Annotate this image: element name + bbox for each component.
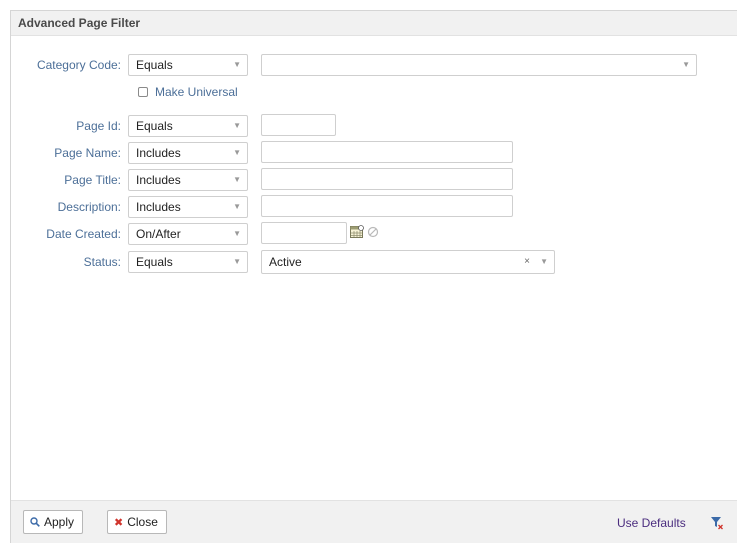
- page-title-label: Page Title:: [64, 173, 121, 187]
- chevron-down-icon: ▼: [233, 202, 241, 211]
- status-value: Active: [269, 255, 302, 269]
- use-defaults-link[interactable]: Use Defaults: [617, 516, 686, 530]
- status-label: Status:: [83, 255, 121, 269]
- date-created-input[interactable]: [261, 222, 347, 244]
- chevron-down-icon: ▼: [233, 175, 241, 184]
- chevron-down-icon: ▼: [682, 60, 690, 69]
- make-universal-label[interactable]: Make Universal: [155, 85, 238, 99]
- page-id-label: Page Id:: [76, 119, 121, 133]
- clear-status-icon[interactable]: ×: [524, 252, 530, 272]
- description-operator-value: Includes: [136, 200, 181, 214]
- clear-filter-icon[interactable]: [710, 516, 724, 530]
- status-operator-value: Equals: [136, 255, 173, 269]
- page-name-label: Page Name:: [54, 146, 121, 160]
- chevron-down-icon: ▼: [233, 229, 241, 238]
- close-icon: ✖: [114, 517, 124, 529]
- chevron-down-icon: ▼: [233, 257, 241, 266]
- apply-label: Apply: [44, 515, 75, 529]
- dialog-footer: Apply ✖ Close Use Defaults: [11, 500, 737, 543]
- page-id-input[interactable]: [261, 114, 336, 136]
- advanced-page-filter-dialog: Advanced Page Filter Category Code: Equa…: [10, 10, 737, 543]
- calendar-icon[interactable]: [350, 225, 364, 239]
- status-operator-select[interactable]: Equals ▼: [128, 251, 248, 273]
- clear-date-icon[interactable]: [367, 226, 379, 238]
- chevron-down-icon: ▼: [233, 60, 241, 69]
- page-title-input[interactable]: [261, 168, 513, 190]
- status-value-select[interactable]: Active × ▼: [261, 250, 555, 274]
- date-created-operator-value: On/After: [136, 227, 181, 241]
- description-operator-select[interactable]: Includes ▼: [128, 196, 248, 218]
- category-code-operator-value: Equals: [136, 58, 173, 72]
- search-icon: [30, 512, 40, 534]
- page-name-operator-value: Includes: [136, 146, 181, 160]
- page-title-operator-select[interactable]: Includes ▼: [128, 169, 248, 191]
- page-name-operator-select[interactable]: Includes ▼: [128, 142, 248, 164]
- dialog-title: Advanced Page Filter: [18, 16, 141, 30]
- make-universal-checkbox[interactable]: [138, 87, 148, 97]
- category-code-operator-select[interactable]: Equals ▼: [128, 54, 248, 76]
- page-title-operator-value: Includes: [136, 173, 181, 187]
- close-button[interactable]: ✖ Close: [107, 510, 167, 534]
- chevron-down-icon: ▼: [233, 121, 241, 130]
- date-created-label: Date Created:: [46, 227, 121, 241]
- page-id-operator-value: Equals: [136, 119, 173, 133]
- page-id-operator-select[interactable]: Equals ▼: [128, 115, 248, 137]
- chevron-down-icon: ▼: [233, 148, 241, 157]
- chevron-down-icon: ▼: [540, 257, 548, 266]
- dialog-titlebar: Advanced Page Filter: [11, 11, 737, 36]
- apply-button[interactable]: Apply: [23, 510, 84, 534]
- description-input[interactable]: [261, 195, 513, 217]
- description-label: Description:: [57, 200, 121, 214]
- date-created-operator-select[interactable]: On/After ▼: [128, 223, 248, 245]
- page-name-input[interactable]: [261, 141, 513, 163]
- close-label: Close: [127, 515, 158, 529]
- category-code-label: Category Code:: [36, 58, 121, 72]
- category-code-value-select[interactable]: ▼: [261, 54, 697, 76]
